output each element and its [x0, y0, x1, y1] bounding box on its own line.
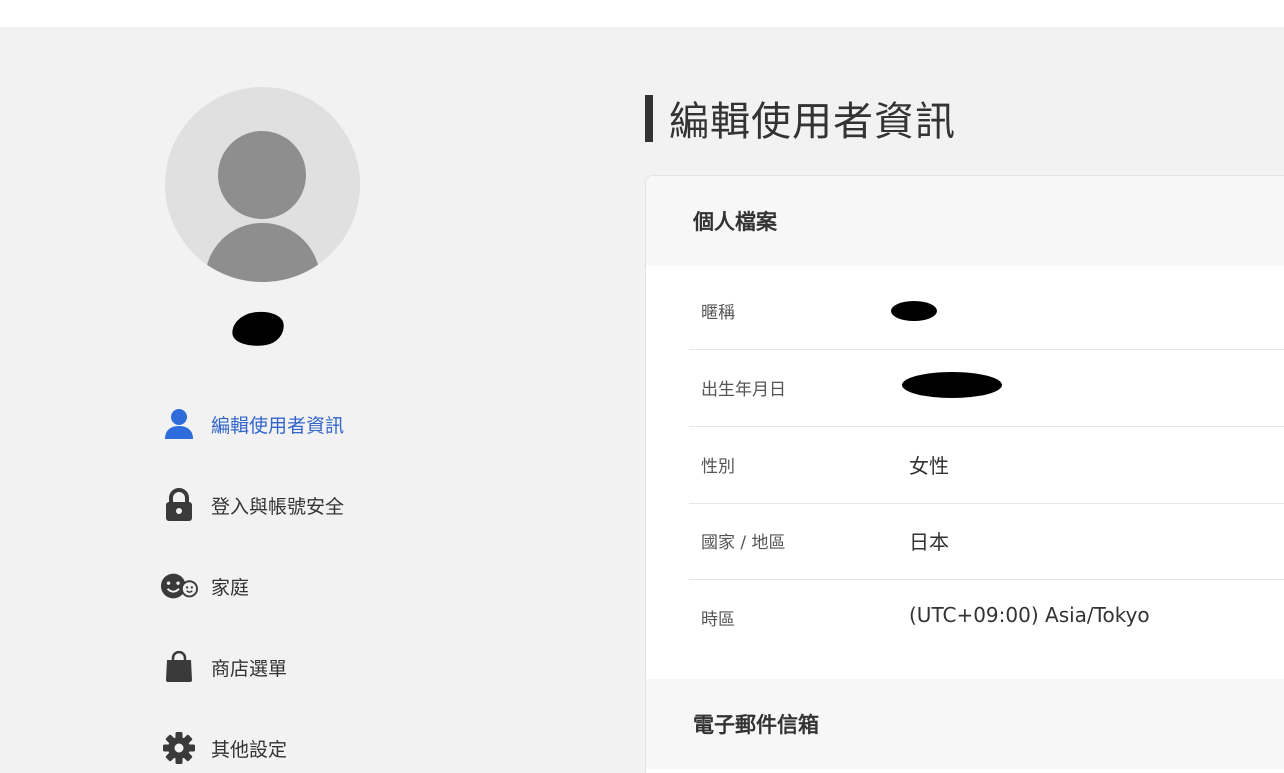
birthday-redacted [902, 372, 1002, 398]
sidebar-item-label: 登入與帳號安全 [211, 495, 345, 518]
profile-section-title: 個人檔案 [693, 210, 777, 234]
sidebar-item-label: 編輯使用者資訊 [211, 414, 345, 437]
sidebar-item-label: 商店選單 [211, 657, 288, 680]
nickname-redacted [891, 301, 937, 321]
field-row-gender[interactable]: 性別 女性 [689, 427, 1284, 504]
field-row-birthday[interactable]: 出生年月日 [689, 350, 1284, 427]
field-label: 性別 [701, 457, 735, 477]
field-row-country[interactable]: 國家 / 地區 日本 [689, 503, 1284, 580]
field-label: 國家 / 地區 [701, 533, 786, 553]
field-label: 出生年月日 [701, 380, 786, 400]
top-bar [0, 0, 1284, 27]
sidebar-item-other-settings[interactable]: 其他設定 [160, 723, 490, 773]
username-redacted [229, 308, 287, 350]
email-section-title: 電子郵件信箱 [693, 713, 819, 737]
lock-icon [160, 487, 198, 523]
sidebar-item-label: 其他設定 [211, 738, 288, 761]
avatar-head [218, 131, 306, 219]
page: 編輯使用者資訊 登入與帳號安全 家庭 商店選單 其他設定 編輯使用者資訊 個人檔… [0, 27, 1284, 773]
field-value: 女性 [909, 454, 949, 478]
field-value: 日本 [909, 530, 949, 554]
profile-section-header: 個人檔案 [646, 176, 1284, 266]
user-icon [160, 406, 198, 442]
family-icon [160, 568, 198, 604]
field-row-timezone[interactable]: 時區 (UTC+09:00) Asia/Tokyo [689, 580, 1284, 657]
sidebar-item-label: 家庭 [211, 576, 250, 599]
page-title: 編輯使用者資訊 [669, 99, 956, 145]
title-accent-bar [645, 95, 653, 142]
field-value: (UTC+09:00) Asia/Tokyo [909, 603, 1150, 627]
field-label: 時區 [701, 610, 735, 630]
sidebar-item-login-security[interactable]: 登入與帳號安全 [160, 480, 490, 530]
sidebar-item-family[interactable]: 家庭 [160, 561, 490, 611]
avatar [165, 87, 360, 282]
email-section-header: 電子郵件信箱 [646, 679, 1284, 769]
avatar-body [205, 223, 320, 282]
sidebar-item-store-menu[interactable]: 商店選單 [160, 642, 490, 692]
field-row-nickname[interactable]: 暱稱 [689, 273, 1284, 350]
field-label: 暱稱 [701, 303, 735, 323]
sidebar-item-edit-profile[interactable]: 編輯使用者資訊 [160, 399, 490, 449]
shopping-bag-icon [160, 649, 198, 685]
gear-icon [160, 730, 198, 766]
profile-card: 個人檔案 暱稱 出生年月日 性別 女性 國家 / 地區 日本 時區 (UTC+0… [645, 175, 1284, 773]
